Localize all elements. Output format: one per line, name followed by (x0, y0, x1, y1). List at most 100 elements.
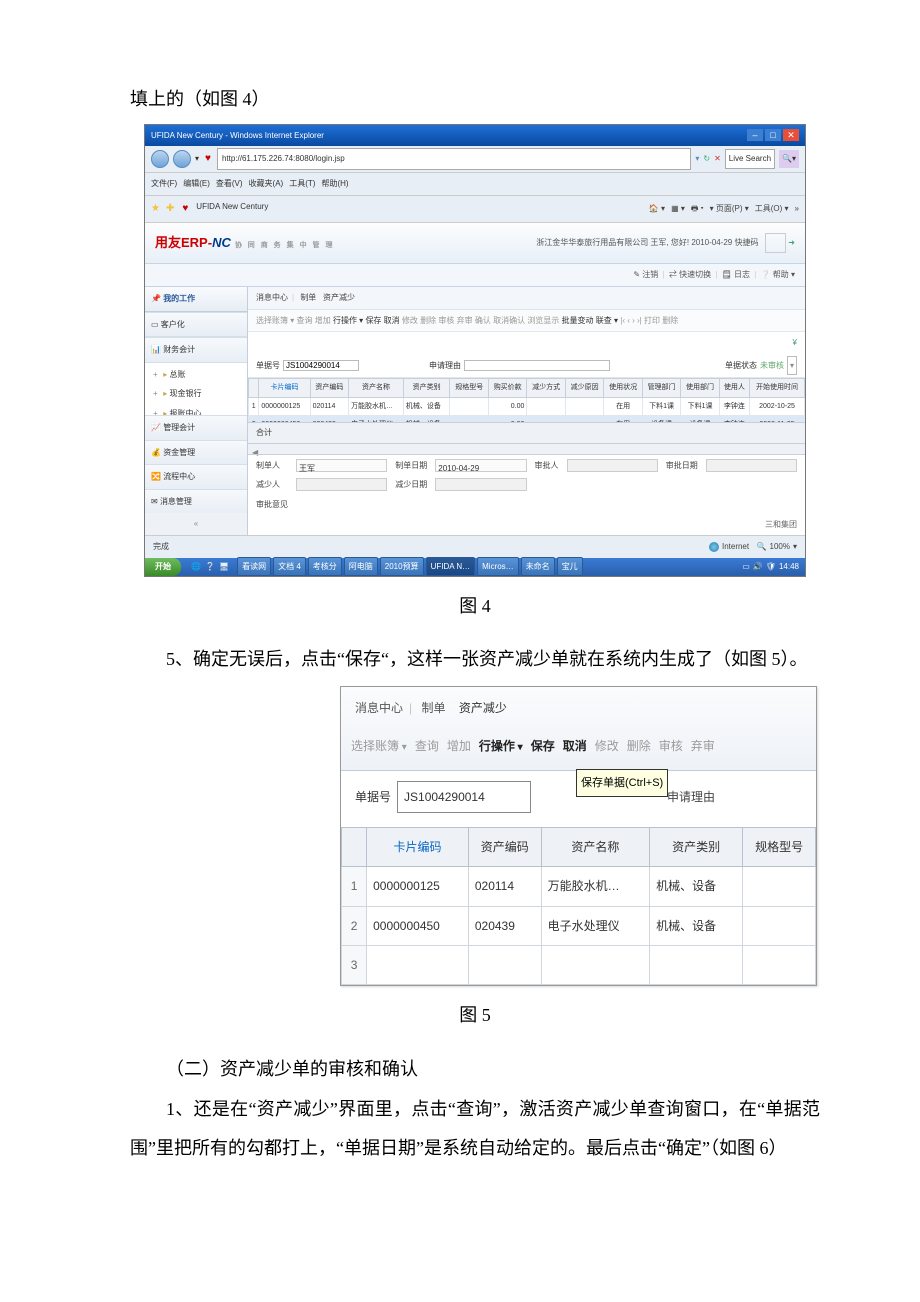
home-icon[interactable]: 🏠 ▾ (649, 200, 665, 218)
start-button[interactable]: 开始 (145, 558, 181, 576)
s2-header[interactable]: 资产类别 (650, 827, 743, 866)
s2-header[interactable]: 资产名称 (541, 827, 649, 866)
tree-node[interactable]: + ▸ 总账 (153, 365, 247, 385)
reducer-value[interactable] (296, 478, 387, 491)
search-icon[interactable]: 🔍▾ (779, 150, 799, 168)
page-menu[interactable]: ▾ 页面(P) ▾ (710, 200, 749, 218)
action-item[interactable]: 联查 ▾ (596, 316, 618, 325)
stop-icon[interactable]: ✕ (714, 150, 721, 168)
tools-menu[interactable]: 工具(O) ▾ (755, 200, 789, 218)
rdate-value[interactable] (435, 478, 526, 491)
action-item[interactable]: 保存 (365, 316, 381, 325)
table-row[interactable]: 3 (342, 946, 816, 985)
ql-ie-icon[interactable]: 🌐 (191, 558, 201, 576)
log-link[interactable]: 🗒 日志 (722, 270, 750, 279)
grid-header[interactable]: 购买价款 (488, 379, 526, 397)
s2-header[interactable]: 资产编码 (468, 827, 541, 866)
menu-view[interactable]: 查看(V) (216, 175, 243, 193)
sidebar-panel-customer[interactable]: ▭ 客户化 (145, 312, 247, 338)
grid-header[interactable]: 使用状况 (604, 379, 642, 397)
s2-crumb-make[interactable]: 制单 (421, 701, 445, 715)
action-item[interactable]: 批量变动 (562, 316, 594, 325)
grid-header[interactable]: 减少原因 (565, 379, 603, 397)
taskbar-task[interactable]: UFIDA N… (426, 557, 476, 577)
maker-value[interactable]: 王军 (296, 459, 387, 472)
taskbar-task[interactable]: 看读网 (237, 557, 271, 577)
grid-header[interactable]: 开始使用时间 (750, 379, 805, 397)
quickcode-input[interactable] (765, 233, 786, 253)
ql-help-icon[interactable]: ❔ (205, 558, 215, 576)
taskbar-task[interactable]: 文档 4 (273, 557, 306, 577)
docno-input[interactable] (283, 360, 359, 371)
menu-file[interactable]: 文件(F) (151, 175, 177, 193)
add-fav-icon[interactable]: ✚ (166, 198, 174, 220)
tab-title[interactable]: UFIDA New Century (196, 198, 268, 220)
status-dropdown-icon[interactable]: ▾ (787, 356, 797, 376)
menu-edit[interactable]: 编辑(E) (183, 175, 210, 193)
grid-header[interactable]: 资产编码 (310, 379, 348, 397)
tray-shield-icon[interactable]: 🛡 (766, 558, 776, 576)
s2-header[interactable] (342, 827, 367, 866)
menu-favorites[interactable]: 收藏夹(A) (249, 175, 284, 193)
grid-header[interactable]: 减少方式 (527, 379, 565, 397)
search-input[interactable]: Live Search (725, 149, 775, 169)
taskbar-task[interactable]: Micros… (477, 557, 519, 577)
taskbar-task[interactable]: 阿电脑 (344, 557, 378, 577)
grid-header[interactable]: 管理部门 (642, 379, 680, 397)
reason-input[interactable] (464, 360, 610, 371)
currency-icon[interactable]: ¥ (793, 338, 797, 347)
taskbar-task[interactable]: 2010预算 (380, 557, 424, 577)
back-icon[interactable] (151, 150, 169, 168)
table-row[interactable]: 10000000125020114万能胶水机…机械、设备 (342, 867, 816, 906)
sidebar-mywork[interactable]: 📌 我的工作 (145, 287, 247, 312)
grid-header[interactable]: 资产名称 (349, 379, 404, 397)
table-row[interactable]: 20000000450020439电子水处理仪机械、设备 (342, 906, 816, 945)
grid-header[interactable]: 资产类别 (403, 379, 450, 397)
grid-header[interactable]: 规格型号 (450, 379, 488, 397)
grid-header[interactable]: 卡片编码 (259, 379, 310, 397)
s2-header[interactable]: 规格型号 (743, 827, 816, 866)
print-icon[interactable]: 🖶 ▾ (691, 200, 704, 218)
s2-action[interactable]: 行操作 (479, 733, 523, 759)
grid-header[interactable] (249, 379, 259, 397)
mdate-value[interactable]: 2010-04-29 (435, 459, 526, 472)
auditor-value[interactable] (567, 459, 658, 472)
hscroll-icon[interactable]: ◀ (248, 443, 805, 454)
star-icon[interactable]: ★ (151, 198, 160, 220)
favorite-icon[interactable]: ♥ (203, 148, 213, 170)
grid-header[interactable]: 使用人 (719, 379, 749, 397)
tree-node[interactable]: + ▸ 现金银行 (153, 384, 247, 404)
tree-node[interactable]: + ▸ 报账中心 (153, 404, 247, 415)
crumb-make[interactable]: 制单 (300, 293, 316, 302)
minimize-icon[interactable]: – (747, 129, 763, 141)
sidebar-panel-mgmt[interactable]: 📈 管理会计 (145, 415, 247, 440)
s2-action[interactable]: 保存 (531, 733, 555, 759)
logout-link[interactable]: ✎ 注销 (633, 270, 658, 279)
s2-action[interactable]: 取消 (563, 733, 587, 759)
table-row[interactable]: 10000000125020114万能胶水机…机械、设备0.00在用下料1课下料… (249, 397, 805, 415)
s2-docno-input[interactable]: JS1004290014 (397, 781, 531, 813)
close-icon[interactable]: ✕ (783, 129, 799, 141)
s2-header[interactable]: 卡片编码 (367, 827, 469, 866)
dropdown-icon[interactable]: ▾ (195, 150, 199, 168)
crumb-msgcenter[interactable]: 消息中心 (256, 293, 288, 302)
ql-desktop-icon[interactable]: 🖥 (219, 558, 229, 576)
forward-icon[interactable] (173, 150, 191, 168)
menu-help[interactable]: 帮助(H) (321, 175, 348, 193)
go-icon[interactable]: ▾ (695, 150, 699, 168)
status-zoom[interactable]: 100% (770, 538, 790, 556)
url-input[interactable]: http://61.175.226.74:8080/login.jsp (217, 148, 691, 170)
menu-tools[interactable]: 工具(T) (289, 175, 315, 193)
taskbar-task[interactable]: 考核分 (308, 557, 342, 577)
sidebar-collapse-icon[interactable]: « (145, 513, 247, 535)
refresh-icon[interactable]: ↻ (703, 150, 710, 168)
taskbar-task[interactable]: 宝儿 (557, 557, 583, 577)
feed-icon[interactable]: ▦ ▾ (671, 200, 685, 218)
taskbar-task[interactable]: 未命名 (521, 557, 555, 577)
switch-link[interactable]: ⇄ 快速切换 (669, 270, 711, 279)
sidebar-panel-msg[interactable]: ✉ 消息管理 (145, 489, 247, 514)
sidebar-panel-finance[interactable]: 📊 财务会计 (145, 337, 247, 363)
tray-icon[interactable]: ▭ (742, 558, 750, 576)
tray-volume-icon[interactable]: 🔊 (753, 558, 763, 576)
chevron-icon[interactable]: » (795, 200, 799, 218)
